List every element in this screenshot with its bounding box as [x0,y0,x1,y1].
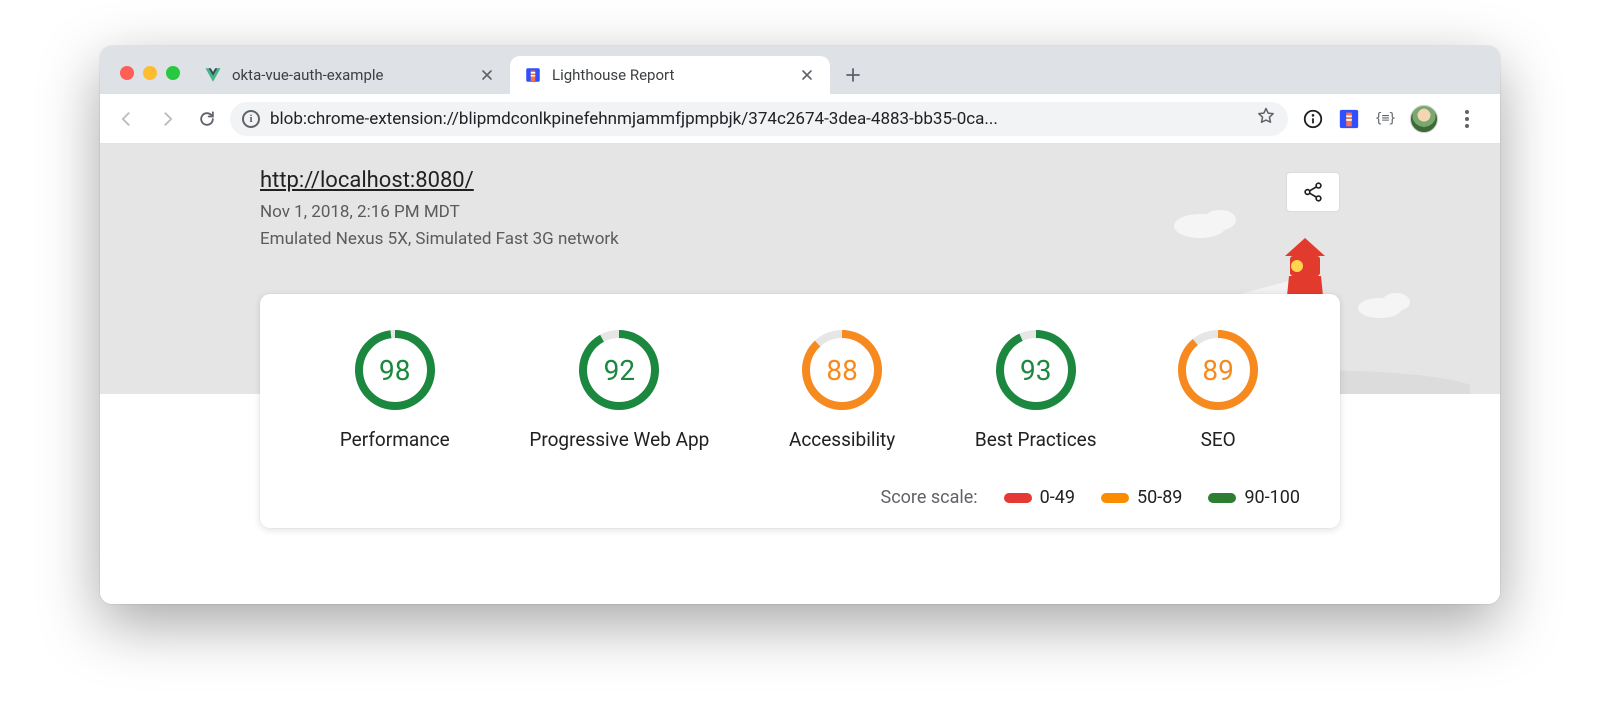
reload-button[interactable] [190,102,224,136]
score-gauge: 93 [994,328,1078,412]
tab-title: Lighthouse Report [552,66,788,84]
score-best-practices[interactable]: 93 Best Practices [975,328,1097,451]
score-seo[interactable]: 89 SEO [1176,328,1260,451]
window-controls [112,66,190,94]
report-environment: Emulated Nexus 5X, Simulated Fast 3G net… [260,226,1340,253]
legend-chip-orange-icon [1101,493,1129,503]
score-label: Progressive Web App [529,428,709,451]
chrome-menu-button[interactable] [1452,110,1482,128]
scores-card: 98 Performance 92 Progressive Web App 88 Acce… [260,294,1340,528]
score-label: Performance [340,428,450,451]
score-progressive-web-app[interactable]: 92 Progressive Web App [529,328,709,451]
score-gauge: 88 [800,328,884,412]
address-bar[interactable]: i blob:chrome-extension://blipmdconlkpin… [230,102,1288,136]
address-url: blob:chrome-extension://blipmdconlkpinef… [270,109,1246,129]
browser-window: okta-vue-auth-example Lighthouse Report [100,46,1500,604]
scores-row: 98 Performance 92 Progressive Web App 88 Acce… [300,328,1300,451]
score-accessibility[interactable]: 88 Accessibility [789,328,895,451]
report-timestamp: Nov 1, 2018, 2:16 PM MDT [260,199,1340,226]
legend-label: Score scale: [881,487,978,508]
lighthouse-extension-icon[interactable] [1338,108,1360,130]
legend-item-fail: 0-49 [1004,487,1075,508]
site-info-icon[interactable]: i [242,110,260,128]
score-performance[interactable]: 98 Performance [340,328,450,451]
back-button[interactable] [110,102,144,136]
tab-strip: okta-vue-auth-example Lighthouse Report [100,46,1500,94]
page-content: http://localhost:8080/ Nov 1, 2018, 2:16… [100,144,1500,604]
tab-title: okta-vue-auth-example [232,66,468,84]
window-close-button[interactable] [120,66,134,80]
score-value: 92 [577,328,661,412]
score-value: 98 [353,328,437,412]
vue-favicon-icon [204,66,222,84]
legend-chip-green-icon [1208,493,1236,503]
extension-icons: {≡} [1294,105,1490,133]
score-gauge: 92 [577,328,661,412]
bookmark-star-icon[interactable] [1256,106,1276,131]
score-label: Accessibility [789,428,895,451]
score-gauge: 89 [1176,328,1260,412]
share-button[interactable] [1286,172,1340,212]
legend-item-average: 50-89 [1101,487,1182,508]
profile-avatar[interactable] [1410,105,1438,133]
tab-okta-vue-auth-example[interactable]: okta-vue-auth-example [190,56,510,94]
forward-button[interactable] [150,102,184,136]
json-extension-icon[interactable]: {≡} [1374,108,1396,130]
new-tab-button[interactable] [838,60,868,90]
legend-chip-red-icon [1004,493,1032,503]
window-minimize-button[interactable] [143,66,157,80]
tab-close-button[interactable] [478,66,496,84]
report-url-link[interactable]: http://localhost:8080/ [260,168,474,193]
share-icon [1302,181,1324,203]
tab-lighthouse-report[interactable]: Lighthouse Report [510,56,830,94]
score-scale-legend: Score scale: 0-49 50-89 90-100 [300,487,1300,508]
score-gauge: 98 [353,328,437,412]
score-value: 93 [994,328,1078,412]
lighthouse-favicon-icon [524,66,542,84]
legend-item-pass: 90-100 [1208,487,1300,508]
score-value: 89 [1176,328,1260,412]
score-label: SEO [1201,428,1236,451]
toolbar: i blob:chrome-extension://blipmdconlkpin… [100,94,1500,144]
window-maximize-button[interactable] [166,66,180,80]
extension-info-icon[interactable] [1302,108,1324,130]
tab-close-button[interactable] [798,66,816,84]
score-value: 88 [800,328,884,412]
score-label: Best Practices [975,428,1097,451]
